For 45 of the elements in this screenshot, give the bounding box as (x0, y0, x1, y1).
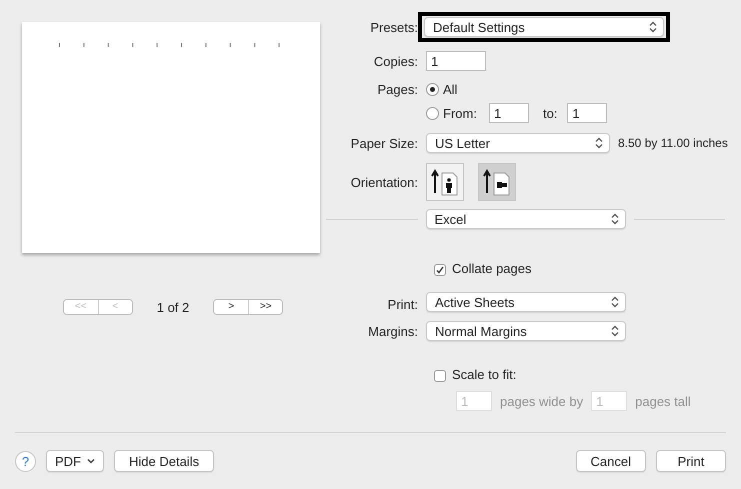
pages-label: Pages: (376, 82, 418, 96)
chevron-down-icon (87, 458, 95, 464)
collate-label: Collate pages (452, 261, 532, 276)
radio-button[interactable] (426, 106, 439, 120)
to-label: to: (542, 106, 558, 120)
radio-button[interactable] (426, 82, 439, 96)
up-down-chevron-icon (611, 325, 619, 337)
paper-size-label: Paper Size: (350, 136, 418, 150)
hide-details-button[interactable]: Hide Details (114, 450, 214, 472)
pages-wide-label: pages wide by (500, 394, 584, 408)
orientation-label: Orientation: (350, 174, 418, 190)
print-select[interactable]: Active Sheets (426, 292, 626, 312)
paper-dimensions: 8.50 by 11.00 inches (618, 136, 728, 150)
scale-to-fit-label: Scale to fit: (452, 367, 516, 382)
help-button[interactable]: ? (15, 450, 36, 472)
pages-tall-label: pages tall (635, 394, 691, 408)
pdf-menu-button[interactable]: PDF (46, 450, 104, 472)
copies-label: Copies: (372, 54, 418, 68)
up-down-chevron-icon (595, 137, 603, 149)
orientation-button[interactable] (426, 163, 464, 201)
section-select[interactable]: Excel (426, 209, 626, 229)
from-page-field[interactable]: 1 (488, 103, 529, 123)
radio-label: From: (443, 106, 477, 120)
landscape-person-icon (482, 167, 512, 197)
cancel-button[interactable]: Cancel (576, 450, 646, 472)
up-down-chevron-icon (610, 213, 618, 225)
print-button[interactable]: Print (656, 450, 726, 472)
orientation-button[interactable] (478, 163, 516, 201)
portrait-person-icon (430, 167, 460, 197)
collate-checkbox[interactable] (434, 264, 446, 276)
page-count: 1 of 2 (156, 300, 190, 314)
up-down-chevron-icon (649, 21, 657, 33)
next-page-button[interactable]: >> (248, 300, 282, 314)
paper-size-select[interactable]: US Letter (426, 133, 610, 153)
copies-field[interactable]: 1 (426, 51, 486, 71)
presets-label: Presets: (369, 20, 418, 34)
radio-label: All (443, 82, 458, 96)
checkmark-icon (436, 266, 444, 274)
presets-select[interactable]: Default Settings (424, 17, 664, 37)
margins-label: Margins: (367, 324, 418, 338)
up-down-chevron-icon (611, 296, 619, 308)
to-page-field[interactable]: 1 (567, 103, 608, 123)
scale-to-fit-checkbox[interactable] (434, 370, 446, 382)
print-label: Print: (386, 297, 418, 312)
margins-select[interactable]: Normal Margins (426, 321, 626, 341)
